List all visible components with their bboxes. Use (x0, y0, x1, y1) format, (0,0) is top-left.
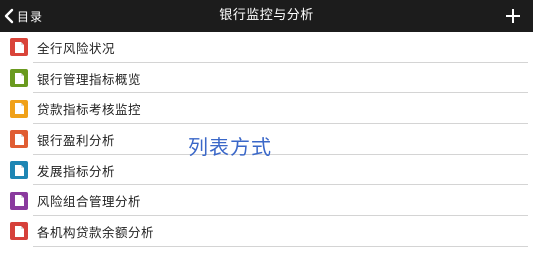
list-item-label: 各机构贷款余额分析 (37, 224, 155, 240)
list-item[interactable]: 银行管理指标概览 (0, 63, 533, 94)
list-item[interactable]: 全行风险状况 (0, 32, 533, 63)
plus-icon (506, 9, 520, 23)
document-icon (10, 38, 28, 57)
document-icon (10, 222, 28, 241)
document-icon (10, 191, 28, 210)
list-item-label: 银行盈利分析 (37, 132, 116, 148)
back-label: 目录 (17, 9, 44, 24)
list-item-label: 发展指标分析 (37, 163, 116, 179)
page-title: 银行监控与分析 (219, 8, 314, 23)
list-item-label: 贷款指标考核监控 (37, 102, 142, 118)
add-button[interactable] (501, 0, 525, 32)
list-item-label: 全行风险状况 (37, 40, 116, 56)
view-mode-label: 列表方式 (188, 135, 272, 159)
navigation-bar: 目录 银行监控与分析 (0, 0, 533, 32)
list-item-label: 风险组合管理分析 (37, 194, 142, 210)
back-button[interactable]: 目录 (4, 0, 43, 32)
document-icon (10, 69, 28, 88)
document-icon (10, 99, 28, 118)
list-item-label: 银行管理指标概览 (37, 71, 142, 87)
document-icon (10, 161, 28, 180)
list-item[interactable]: 贷款指标考核监控 (0, 93, 533, 124)
chevron-left-icon (4, 8, 14, 24)
document-icon (10, 130, 28, 149)
list-item[interactable]: 风险组合管理分析 (0, 185, 533, 216)
list-item[interactable]: 各机构贷款余额分析 (0, 216, 533, 247)
